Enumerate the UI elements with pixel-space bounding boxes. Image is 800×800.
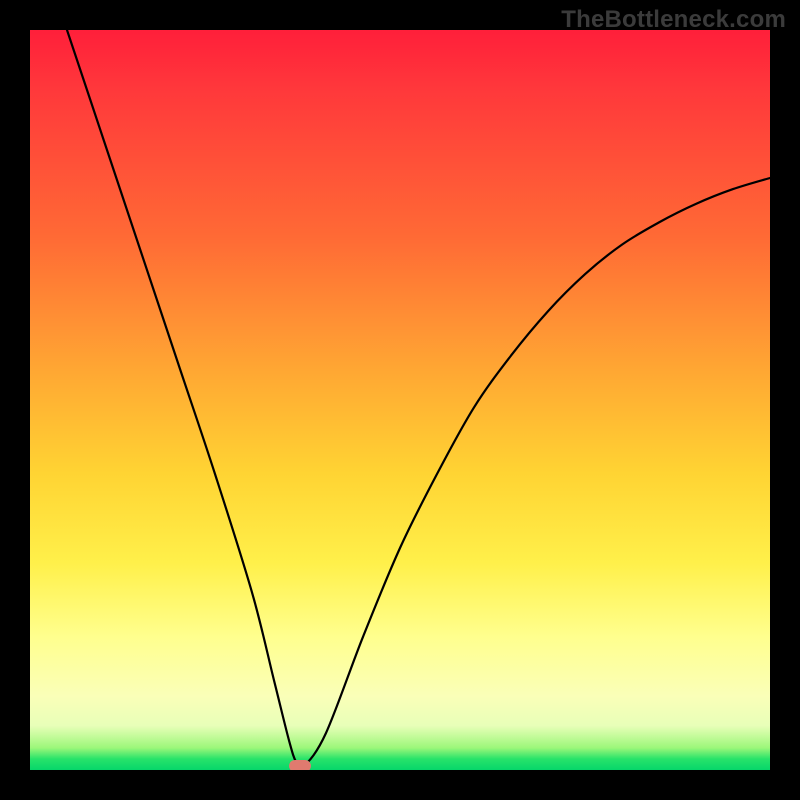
chart-frame: TheBottleneck.com [0, 0, 800, 800]
bottleneck-curve [30, 30, 770, 770]
curve-path [67, 30, 770, 768]
optimum-marker [289, 760, 311, 770]
plot-area [30, 30, 770, 770]
